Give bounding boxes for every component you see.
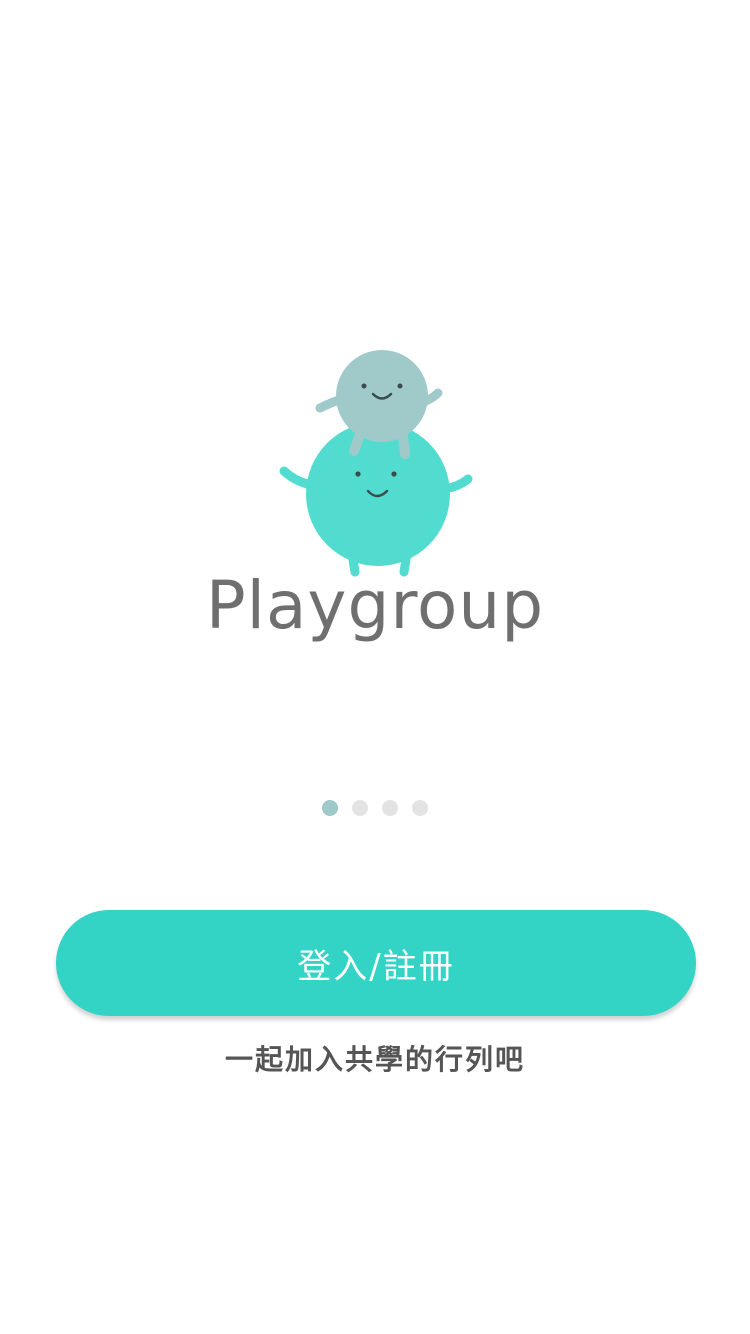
big-mascot-body bbox=[306, 422, 450, 566]
page-dot[interactable] bbox=[382, 800, 398, 816]
page-dot[interactable] bbox=[322, 800, 338, 816]
app-name: Playgroup bbox=[205, 567, 545, 644]
tagline-text: 一起加入共學的行列吧 bbox=[224, 1043, 525, 1076]
page-indicator bbox=[0, 800, 750, 816]
page-dot[interactable] bbox=[352, 800, 368, 816]
page-dot[interactable] bbox=[412, 800, 428, 816]
login-register-button[interactable]: 登入/註冊 bbox=[56, 910, 696, 1016]
app-logo: Playgroup bbox=[0, 0, 750, 700]
small-mascot-body bbox=[336, 350, 428, 442]
